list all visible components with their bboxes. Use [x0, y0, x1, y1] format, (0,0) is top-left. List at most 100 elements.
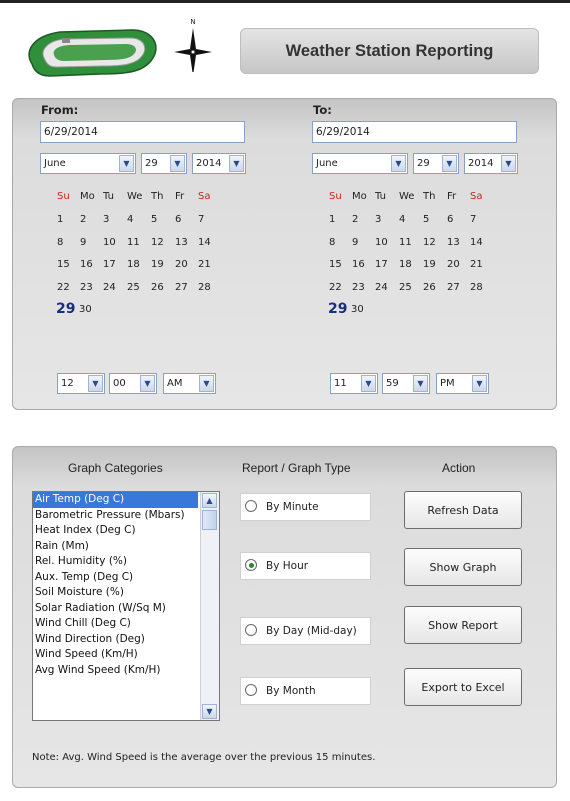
- calendar-day[interactable]: 30: [79, 304, 101, 315]
- category-item[interactable]: Air Temp (Deg C): [33, 492, 198, 508]
- calendar-day[interactable]: 21: [470, 259, 492, 270]
- calendar-day[interactable]: 22: [57, 282, 79, 293]
- category-item[interactable]: Wind Speed (Km/H): [33, 647, 219, 663]
- calendar-day[interactable]: 20: [175, 259, 197, 270]
- calendar-day[interactable]: 18: [127, 259, 149, 270]
- report-type-option[interactable]: By Month: [240, 677, 371, 705]
- calendar-day[interactable]: 13: [447, 237, 469, 248]
- calendar-day[interactable]: 27: [447, 282, 469, 293]
- calendar-day[interactable]: 7: [470, 214, 492, 225]
- category-item[interactable]: Barometric Pressure (Mbars): [33, 508, 219, 524]
- calendar-day[interactable]: 25: [127, 282, 149, 293]
- category-item[interactable]: Aux. Temp (Deg C): [33, 570, 219, 586]
- calendar-day[interactable]: 6: [447, 214, 469, 225]
- export-excel-button[interactable]: Export to Excel: [404, 668, 522, 706]
- from-month-select[interactable]: June ▼: [40, 153, 136, 174]
- calendar-day[interactable]: 26: [151, 282, 173, 293]
- calendar-day-selected[interactable]: 29: [56, 301, 78, 317]
- category-item[interactable]: Wind Chill (Deg C): [33, 616, 219, 632]
- calendar-day[interactable]: 11: [127, 237, 149, 248]
- calendar-day[interactable]: 5: [423, 214, 445, 225]
- from-minute-select[interactable]: 00 ▼: [109, 373, 157, 394]
- calendar-day[interactable]: 12: [423, 237, 445, 248]
- calendar-day[interactable]: 24: [103, 282, 125, 293]
- listbox-scrollbar[interactable]: ▲ ▼: [200, 492, 219, 720]
- calendar-day[interactable]: 14: [470, 237, 492, 248]
- category-item[interactable]: Rain (Mm): [33, 539, 219, 555]
- calendar-day[interactable]: 15: [329, 259, 351, 270]
- from-date-input[interactable]: 6/29/2014: [40, 121, 245, 143]
- calendar-day[interactable]: 16: [352, 259, 374, 270]
- calendar-day[interactable]: 16: [80, 259, 102, 270]
- calendar-day[interactable]: 15: [57, 259, 79, 270]
- calendar-day[interactable]: 3: [375, 214, 397, 225]
- category-item[interactable]: Solar Radiation (W/Sq M): [33, 601, 219, 617]
- to-day-select[interactable]: 29 ▼: [413, 153, 459, 174]
- calendar-day[interactable]: 8: [57, 237, 79, 248]
- radio-button[interactable]: [245, 624, 257, 636]
- calendar-day[interactable]: 4: [399, 214, 421, 225]
- calendar-day-selected[interactable]: 29: [328, 301, 350, 317]
- graph-categories-listbox[interactable]: Air Temp (Deg C) Barometric Pressure (Mba…: [32, 491, 220, 721]
- report-type-option[interactable]: By Day (Mid-day): [240, 617, 371, 645]
- calendar-day[interactable]: 13: [175, 237, 197, 248]
- from-hour-select[interactable]: 12 ▼: [57, 373, 105, 394]
- show-report-button[interactable]: Show Report: [404, 606, 522, 644]
- from-day-select[interactable]: 29 ▼: [141, 153, 187, 174]
- calendar-day[interactable]: 14: [198, 237, 220, 248]
- calendar-day[interactable]: 28: [198, 282, 220, 293]
- calendar-day[interactable]: 17: [103, 259, 125, 270]
- calendar-day[interactable]: 17: [375, 259, 397, 270]
- calendar-day[interactable]: 10: [375, 237, 397, 248]
- to-year-select[interactable]: 2014 ▼: [464, 153, 518, 174]
- calendar-day[interactable]: 28: [470, 282, 492, 293]
- chevron-down-icon[interactable]: ▼: [202, 704, 217, 719]
- calendar-day[interactable]: 24: [375, 282, 397, 293]
- calendar-day[interactable]: 18: [399, 259, 421, 270]
- calendar-day[interactable]: 7: [198, 214, 220, 225]
- calendar-day[interactable]: 9: [352, 237, 374, 248]
- calendar-day[interactable]: 8: [329, 237, 351, 248]
- scrollbar-thumb[interactable]: [202, 510, 217, 530]
- calendar-day[interactable]: 1: [57, 214, 79, 225]
- calendar-day[interactable]: 25: [399, 282, 421, 293]
- calendar-day[interactable]: 21: [198, 259, 220, 270]
- calendar-day[interactable]: 6: [175, 214, 197, 225]
- calendar-day[interactable]: 27: [175, 282, 197, 293]
- radio-button[interactable]: [245, 684, 257, 696]
- to-ampm-select[interactable]: PM ▼: [436, 373, 489, 394]
- calendar-day[interactable]: 30: [351, 304, 373, 315]
- refresh-data-button[interactable]: Refresh Data: [404, 491, 522, 529]
- radio-button[interactable]: [245, 500, 257, 512]
- calendar-day[interactable]: 20: [447, 259, 469, 270]
- to-minute-select[interactable]: 59 ▼: [382, 373, 430, 394]
- calendar-day[interactable]: 19: [151, 259, 173, 270]
- calendar-day[interactable]: 2: [80, 214, 102, 225]
- category-item[interactable]: Rel. Humidity (%): [33, 554, 219, 570]
- report-type-option[interactable]: By Minute: [240, 493, 371, 521]
- calendar-day[interactable]: 11: [399, 237, 421, 248]
- calendar-day[interactable]: 10: [103, 237, 125, 248]
- category-item[interactable]: Soil Moisture (%): [33, 585, 219, 601]
- calendar-day[interactable]: 3: [103, 214, 125, 225]
- show-graph-button[interactable]: Show Graph: [404, 548, 522, 586]
- to-month-select[interactable]: June ▼: [312, 153, 408, 174]
- category-item[interactable]: Heat Index (Deg C): [33, 523, 219, 539]
- report-type-option[interactable]: By Hour: [240, 552, 371, 580]
- calendar-day[interactable]: 9: [80, 237, 102, 248]
- calendar-day[interactable]: 2: [352, 214, 374, 225]
- calendar-day[interactable]: 5: [151, 214, 173, 225]
- from-ampm-select[interactable]: AM ▼: [163, 373, 216, 394]
- calendar-day[interactable]: 23: [352, 282, 374, 293]
- from-year-select[interactable]: 2014 ▼: [192, 153, 246, 174]
- to-hour-select[interactable]: 11 ▼: [330, 373, 378, 394]
- calendar-day[interactable]: 12: [151, 237, 173, 248]
- calendar-day[interactable]: 4: [127, 214, 149, 225]
- to-date-input[interactable]: 6/29/2014: [312, 121, 517, 143]
- chevron-up-icon[interactable]: ▲: [202, 493, 217, 508]
- category-item[interactable]: Wind Direction (Deg): [33, 632, 219, 648]
- radio-button[interactable]: [245, 559, 257, 571]
- calendar-day[interactable]: 19: [423, 259, 445, 270]
- calendar-day[interactable]: 22: [329, 282, 351, 293]
- calendar-day[interactable]: 1: [329, 214, 351, 225]
